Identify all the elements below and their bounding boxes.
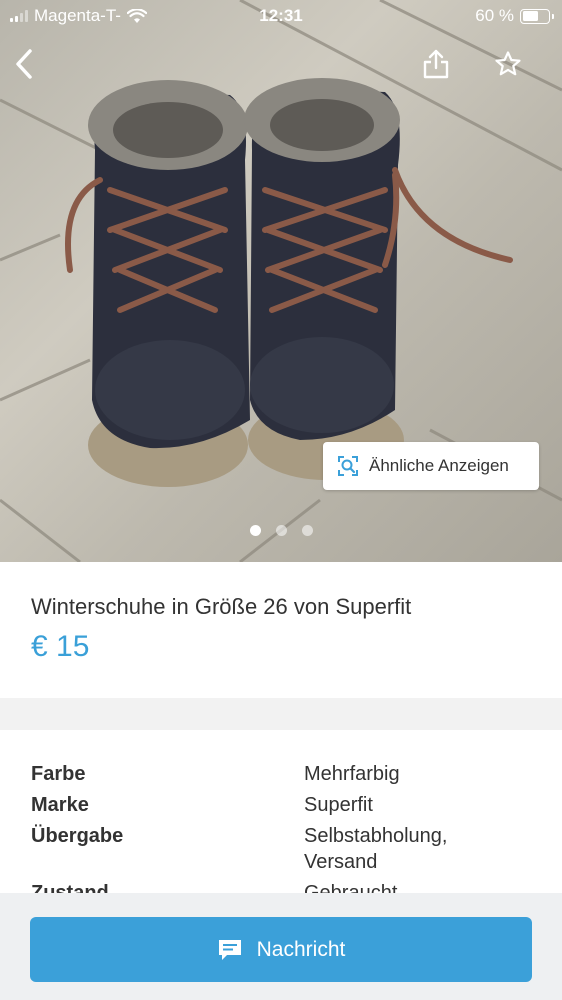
listing-price: € 15 <box>31 630 90 663</box>
share-icon <box>423 49 449 79</box>
section-divider <box>0 698 562 730</box>
bottom-action-bar: Nachricht <box>0 893 562 1000</box>
listing-details: Farbe Mehrfarbig Marke Superfit Übergabe… <box>0 730 562 900</box>
similar-ads-label: Ähnliche Anzeigen <box>369 456 509 475</box>
detail-value: Selbstabholung, Versand <box>304 825 448 873</box>
pagination-dot[interactable] <box>301 525 313 536</box>
favorite-button[interactable] <box>486 42 530 86</box>
detail-key: Marke <box>31 794 89 816</box>
back-button[interactable] <box>2 42 46 86</box>
listing-photo-gallery[interactable]: Magenta-T- 12:31 60 % Ähnliche Anzeigen <box>0 0 562 562</box>
message-button[interactable]: Nachricht <box>30 917 532 982</box>
star-icon <box>495 51 521 76</box>
listing-title: Winterschuhe in Größe 26 von Superfit <box>31 594 412 619</box>
similar-ads-button[interactable]: Ähnliche Anzeigen <box>323 442 539 490</box>
chat-icon <box>218 939 241 960</box>
pagination-dot[interactable] <box>275 525 287 536</box>
gallery-pagination[interactable] <box>0 525 562 536</box>
battery-percent: 60 % <box>475 6 514 25</box>
detail-key: Farbe <box>31 763 86 785</box>
chevron-left-icon <box>16 49 32 79</box>
pagination-dot[interactable] <box>249 525 261 536</box>
image-search-icon <box>338 456 358 476</box>
status-bar: Magenta-T- 12:31 60 % <box>0 0 562 32</box>
share-button[interactable] <box>414 42 458 86</box>
detail-value: Superfit <box>304 794 373 816</box>
detail-key: Übergabe <box>31 825 124 847</box>
detail-value: Mehrfarbig <box>304 763 400 785</box>
battery-icon <box>520 8 554 24</box>
status-right: 60 % <box>475 6 554 26</box>
message-button-label: Nachricht <box>256 937 346 961</box>
